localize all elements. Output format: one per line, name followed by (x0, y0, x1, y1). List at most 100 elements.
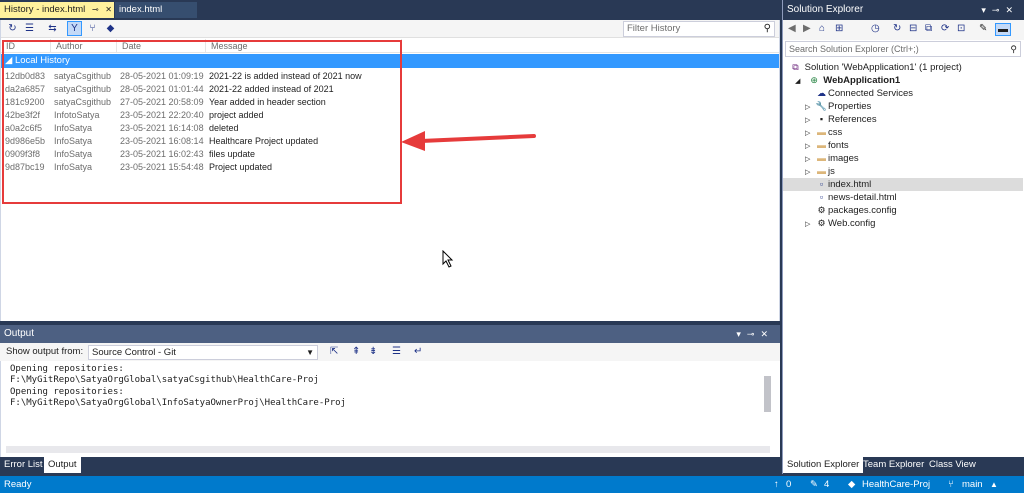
dropdown-icon[interactable]: ▾ (981, 5, 992, 15)
clear-all-icon[interactable]: ☰ (392, 346, 401, 357)
output-toolbar: Show output from: Source Control - Git ▼… (0, 343, 780, 361)
html-file-icon: ▫ (819, 192, 824, 202)
find-message-icon[interactable]: ⇱ (330, 346, 338, 357)
tree-item-label: packages.config (828, 205, 897, 216)
tab-index-html[interactable]: index.html (115, 2, 197, 18)
folder-icon: ▬ (817, 140, 826, 150)
search-icon[interactable]: ⚲ (1010, 42, 1017, 56)
expand-icon[interactable]: ▷ (805, 218, 815, 231)
tree-item[interactable]: ▫ news-detail.html (783, 191, 1023, 204)
status-text: Ready (4, 479, 32, 490)
tree-item[interactable]: ▷ ▬ css (783, 126, 1023, 139)
branch-name[interactable]: main (962, 476, 983, 493)
sync-icon[interactable]: ↻ (893, 23, 901, 34)
output-vertical-scrollbar[interactable] (764, 376, 771, 412)
output-title: Output (4, 328, 35, 339)
tab-class-view[interactable]: Class View (925, 457, 980, 473)
tree-project[interactable]: ◢ ⊕ WebApplication1 (783, 74, 1023, 87)
filter-history-placeholder: Filter History (627, 23, 681, 34)
tree-item[interactable]: ▷ ▪ References (783, 113, 1023, 126)
references-icon: ▪ (819, 114, 824, 124)
search-icon[interactable]: ⚲ (764, 22, 771, 36)
pending-changes-count[interactable]: 4 (824, 476, 829, 493)
tab-error-list[interactable]: Error List (0, 457, 47, 473)
folder-icon: ▬ (817, 166, 826, 176)
tree-item-label: js (828, 166, 835, 177)
list-view-icon[interactable]: ☰ (22, 21, 37, 36)
graph-view-icon[interactable]: Y (67, 21, 82, 36)
compare-icon[interactable]: ⇆ (45, 21, 60, 36)
collapse-all-icon[interactable]: ⊟ (909, 23, 917, 34)
tab-team-explorer[interactable]: Team Explorer (859, 457, 928, 473)
tab-output[interactable]: Output (44, 457, 81, 473)
up-arrow-icon[interactable]: ↑ (774, 476, 779, 493)
tree-item[interactable]: ▫ index.html (783, 178, 1023, 191)
merge-view-icon[interactable]: ⑂ (85, 21, 100, 36)
tree-item[interactable]: ▷ 🔧Properties (783, 100, 1023, 113)
output-source-select[interactable]: Source Control - Git ▼ (88, 345, 318, 360)
view-code-icon[interactable]: ⊡ (957, 23, 965, 34)
branch-icon[interactable]: ⑂ (948, 476, 954, 493)
dropdown-icon[interactable]: ▾ (736, 329, 747, 339)
tree-project-label: WebApplication1 (823, 75, 901, 86)
expanded-icon[interactable]: ◢ (795, 75, 805, 88)
tag-icon[interactable]: ◆ (103, 21, 118, 36)
annotation-highlight-box (2, 40, 402, 204)
close-icon[interactable]: ✕ (1005, 5, 1019, 15)
tab-history-index[interactable]: History - index.html ⊸ ✕ (0, 2, 114, 18)
close-icon[interactable]: ✕ (760, 329, 774, 339)
tree-item-label: Web.config (828, 218, 876, 229)
output-line: Opening repositories: (10, 387, 124, 397)
window-controls: ▾⊸✕ (981, 0, 1019, 20)
output-horizontal-scrollbar[interactable] (6, 446, 770, 453)
home-icon[interactable]: ⌂ (819, 23, 825, 34)
filter-history-input[interactable]: Filter History ⚲ (623, 21, 775, 37)
preview-selected-icon[interactable]: ▬ (995, 23, 1011, 36)
history-toolbar: ↻ ☰ ⇆ Y ⑂ ◆ Filter History ⚲ (1, 20, 779, 38)
tree-item-label: news-detail.html (828, 192, 897, 203)
repository-icon[interactable]: ◆ (848, 476, 855, 493)
solution-explorer-search-input[interactable]: Search Solution Explorer (Ctrl+;) ⚲ (785, 41, 1021, 57)
tree-item[interactable]: ☁ Connected Services (783, 87, 1023, 100)
tree-item[interactable]: ▷ ⚙ Web.config (783, 217, 1023, 230)
solution-explorer-title-bar: Solution Explorer ▾⊸✕ (783, 0, 1024, 20)
window-controls: ▾⊸✕ (736, 325, 774, 343)
repository-name[interactable]: HealthCare-Proj (862, 476, 930, 493)
pin-icon[interactable]: ⊸ (992, 5, 1006, 15)
pin-icon[interactable]: ⊸ (92, 2, 99, 18)
pin-icon[interactable]: ⊸ (747, 329, 761, 339)
tab-solution-explorer[interactable]: Solution Explorer (783, 457, 864, 473)
show-all-files-icon[interactable]: ⧉ (925, 23, 932, 34)
tree-item[interactable]: ▷ ▬ images (783, 152, 1023, 165)
folder-icon: ▬ (817, 153, 826, 163)
output-text-area[interactable]: Opening repositories: F:\MyGitRepo\Satya… (0, 361, 780, 457)
pending-changes-icon[interactable]: ◷ (871, 23, 880, 34)
word-wrap-icon[interactable]: ↵ (414, 346, 422, 357)
tree-solution[interactable]: ⧉ Solution 'WebApplication1' (1 project) (783, 61, 1023, 74)
switch-views-icon[interactable]: ⊞ (835, 23, 843, 34)
previous-message-icon[interactable]: ⇞ (352, 346, 360, 357)
tree-item-label: index.html (828, 179, 872, 190)
tree-item[interactable]: ▷ ▬ js (783, 165, 1023, 178)
output-source-value: Source Control - Git (92, 347, 176, 358)
solution-explorer: Solution Explorer ▾⊸✕ ◀ ▶ ⌂ ⊞ ◷ ↻ ⊟ ⧉ ⟳ … (782, 0, 1024, 474)
next-message-icon[interactable]: ⇟ (369, 346, 377, 357)
tree-item[interactable]: ▷ ▬ fonts (783, 139, 1023, 152)
refresh-icon[interactable]: ⟳ (941, 23, 949, 34)
wrench-icon: 🔧 (815, 101, 828, 111)
folder-icon: ▬ (817, 127, 826, 137)
chevron-up-icon[interactable]: ▲ (990, 476, 998, 493)
show-output-from-label: Show output from: (6, 346, 84, 357)
back-icon[interactable]: ◀ (788, 23, 796, 34)
output-title-bar: Output ▾⊸✕ (0, 325, 780, 343)
pencil-icon[interactable]: ✎ (810, 476, 818, 493)
properties-wrench-icon[interactable]: ✎ (979, 23, 987, 34)
document-tab-strip: History - index.html ⊸ ✕ index.html (0, 0, 780, 20)
tree-item-label: images (828, 153, 859, 164)
close-icon[interactable]: ✕ (105, 2, 112, 18)
unpushed-count[interactable]: 0 (786, 476, 791, 493)
forward-icon[interactable]: ▶ (803, 23, 811, 34)
tree-item[interactable]: ⚙ packages.config (783, 204, 1023, 217)
tree-item-label: fonts (828, 140, 849, 151)
refresh-icon[interactable]: ↻ (5, 21, 20, 36)
